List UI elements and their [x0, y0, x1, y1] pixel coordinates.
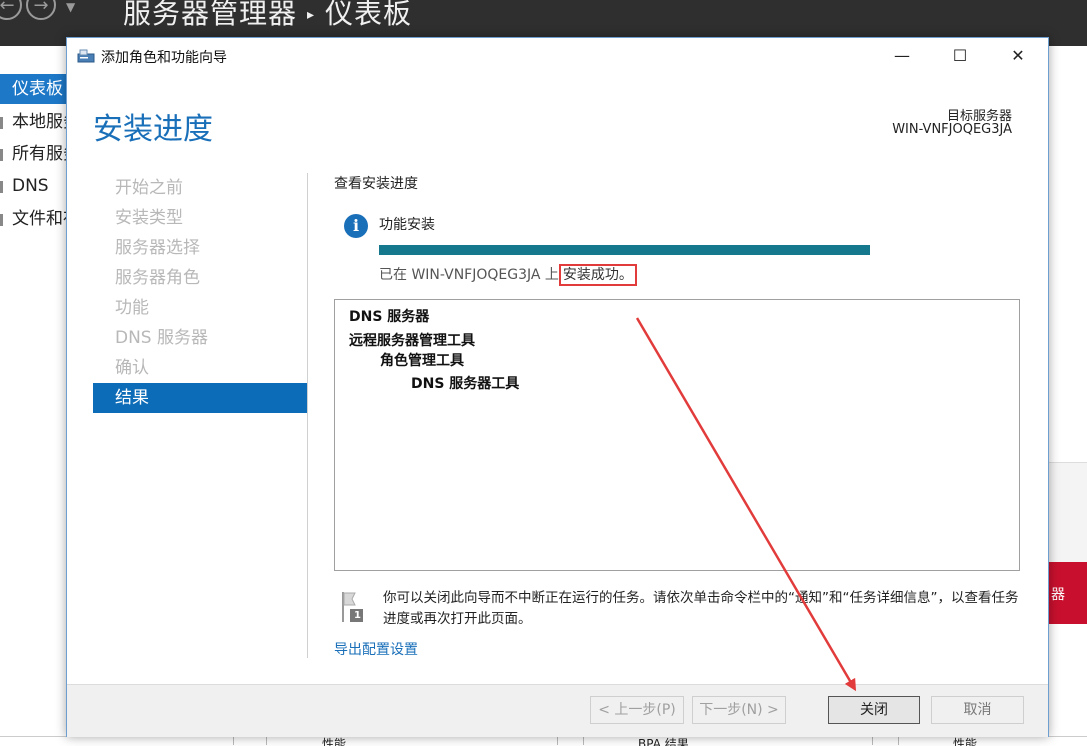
flag-count: 1: [354, 610, 361, 621]
server-manager-sidebar: 仪表板 本地服务器 所有服务器 DNS 文件和存储服务: [0, 46, 66, 745]
servers-icon: [0, 149, 3, 161]
sidebar-item-label: 所有服务器: [12, 144, 66, 164]
close-button[interactable]: 关闭: [828, 696, 920, 724]
sidebar-item-local-server[interactable]: 本地服务器: [0, 107, 66, 137]
wizard-step-1[interactable]: 开始之前: [93, 173, 307, 203]
export-config-link[interactable]: 导出配置设置: [334, 639, 418, 659]
wizard-step-5[interactable]: 功能: [93, 293, 307, 323]
column-divider: [266, 736, 267, 745]
previous-button[interactable]: < 上一步(P): [590, 696, 684, 724]
dns-icon: [0, 181, 3, 193]
install-results-list[interactable]: DNS 服务器远程服务器管理工具角色管理工具 DNS 服务器工具: [334, 299, 1020, 571]
steps-divider: [307, 173, 308, 658]
add-roles-wizard-window: 添加角色和功能向导 — ☐ ✕ 安装进度 目标服务器 WIN-VNFJOQEG3…: [66, 37, 1049, 737]
app-title: 服务器管理器: [123, 0, 298, 30]
minimize-button[interactable]: —: [873, 38, 931, 74]
column-divider: [872, 736, 873, 745]
wizard-note: 你可以关闭此向导而不中断正在运行的任务。请依次单击命令栏中的“通知”和“任务详细…: [383, 590, 1019, 627]
column-divider: [583, 736, 584, 745]
view-progress-label: 查看安装进度: [334, 176, 418, 192]
server-wizard-icon: [77, 49, 95, 63]
sidebar-item-dashboard[interactable]: 仪表板: [0, 74, 66, 104]
target-server-name: WIN-VNFJOQEG3JA: [892, 122, 1012, 137]
forward-arrow-icon[interactable]: →: [26, 0, 56, 20]
background-alert-tile: 器: [1049, 562, 1087, 624]
breadcrumb-current: 仪表板: [325, 0, 413, 30]
wizard-step-3[interactable]: 服务器选择: [93, 233, 307, 263]
install-progress-fill: [379, 245, 870, 255]
next-button[interactable]: 下一步(N) >: [692, 696, 786, 724]
status-success-highlight: 安装成功。: [558, 264, 637, 286]
sidebar-item-dns[interactable]: DNS: [0, 171, 66, 201]
result-item: 远程服务器管理工具: [349, 333, 475, 349]
wizard-footer: < 上一步(P) 下一步(N) > 关闭 取消: [67, 684, 1048, 737]
storage-icon: [0, 214, 3, 226]
sidebar-item-file-storage[interactable]: 文件和存储服务: [0, 204, 66, 234]
install-status: 已在 WIN-VNFJOQEG3JA 上安装成功。: [379, 264, 637, 286]
background-tile: [1049, 462, 1087, 563]
close-icon: ✕: [1011, 46, 1025, 65]
wizard-page-heading: 安装进度: [93, 112, 213, 147]
cancel-button[interactable]: 取消: [931, 696, 1024, 724]
column-divider: [233, 736, 234, 745]
sidebar-item-label: 本地服务器: [12, 112, 66, 132]
wizard-step-8[interactable]: 结果: [93, 383, 307, 413]
sidebar-item-label: 仪表板: [12, 79, 63, 99]
wizard-steps-nav: 开始之前 安装类型 服务器选择 服务器角色 功能 DNS 服务器 确认 结果: [93, 173, 307, 413]
maximize-icon: ☐: [952, 46, 968, 65]
result-item: DNS 服务器工具: [411, 376, 520, 392]
sidebar-item-label: 文件和存储服务: [12, 209, 66, 229]
feature-install-label: 功能安装: [379, 217, 435, 233]
sidebar-item-label: DNS: [12, 176, 49, 196]
sidebar-item-all-servers[interactable]: 所有服务器: [0, 139, 66, 169]
page-title: 服务器管理器 ▸ 仪表板: [123, 0, 412, 32]
server-icon: [0, 117, 3, 129]
maximize-button[interactable]: ☐: [931, 38, 989, 74]
status-prefix: 已在 WIN-VNFJOQEG3JA 上: [379, 267, 559, 283]
wizard-titlebar[interactable]: 添加角色和功能向导 — ☐ ✕: [67, 38, 1048, 74]
result-item: 角色管理工具: [380, 353, 464, 369]
wizard-step-6[interactable]: DNS 服务器: [93, 323, 307, 353]
column-divider: [898, 736, 899, 745]
tile-label: 器: [1051, 587, 1065, 603]
column-divider: [557, 736, 558, 745]
back-arrow-icon[interactable]: ←: [0, 0, 22, 20]
wizard-step-4[interactable]: 服务器角色: [93, 263, 307, 293]
breadcrumb-separator: ▸: [307, 7, 316, 23]
result-item: DNS 服务器: [349, 309, 430, 325]
wizard-title: 添加角色和功能向导: [101, 50, 227, 66]
wizard-content: 查看安装进度 i 功能安装 已在 WIN-VNFJOQEG3JA 上安装成功。 …: [334, 173, 1024, 663]
wizard-step-2[interactable]: 安装类型: [93, 203, 307, 233]
info-icon: i: [344, 214, 368, 238]
chevron-down-icon[interactable]: ▼: [66, 0, 75, 14]
notification-flag-icon: [342, 592, 363, 622]
install-progress-bar: [379, 245, 870, 255]
minimize-icon: —: [894, 46, 910, 65]
close-window-button[interactable]: ✕: [989, 38, 1047, 74]
wizard-step-7[interactable]: 确认: [93, 353, 307, 383]
